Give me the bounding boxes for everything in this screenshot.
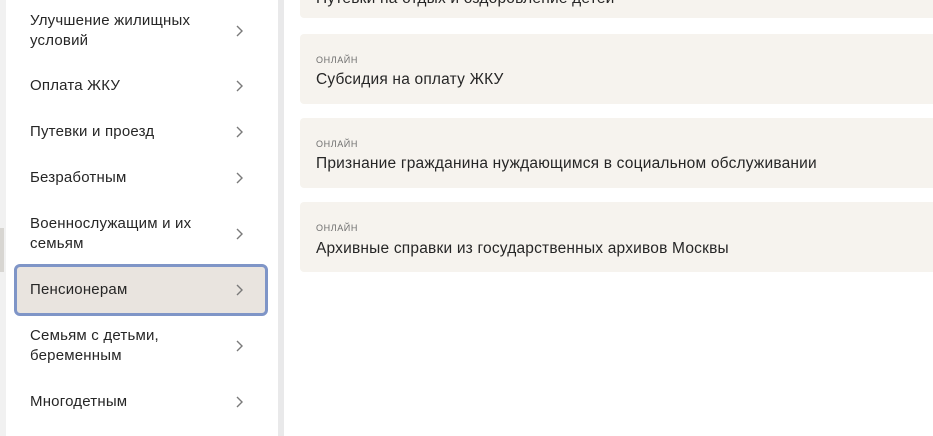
sidebar-item-families[interactable]: Семьям с детьми, беременным [14,320,268,372]
service-card[interactable]: Путевки на отдых и оздоровление детей [300,0,933,18]
sidebar-item-utilities[interactable]: Оплата ЖКУ [14,66,268,106]
service-card[interactable]: ОНЛАЙН Признание гражданина нуждающимся … [300,118,933,188]
chevron-right-icon [236,25,243,37]
sidebar-item-label: Пенсионерам [30,281,128,298]
category-sidebar: Улучшение жилищных условий Оплата ЖКУ Пу… [6,0,278,436]
service-card-title: Признание гражданина нуждающимся в социа… [316,155,817,172]
chevron-right-icon [236,228,243,240]
chevron-right-icon [236,340,243,352]
service-card-title: Архивные справки из государственных архи… [316,240,729,257]
sidebar-item-label: Безработным [30,169,127,186]
chevron-right-icon [236,396,243,408]
chevron-right-icon [236,172,243,184]
service-card-title: Субсидия на оплату ЖКУ [316,71,504,88]
online-badge: ОНЛАЙН [316,139,358,149]
services-list: Путевки на отдых и оздоровление детей ОН… [284,0,933,436]
sidebar-item-label: Военнослужащим и их семьям [30,215,192,252]
sidebar-item-label: Улучшение жилищных условий [30,12,191,49]
sidebar-item-travel[interactable]: Путевки и проезд [14,112,268,152]
sidebar-item-label: Многодетным [30,393,128,410]
chevron-right-icon [236,80,243,92]
online-badge: ОНЛАЙН [316,55,358,65]
sidebar-item-pensioners[interactable]: Пенсионерам [14,264,268,316]
sidebar-item-military[interactable]: Военнослужащим и их семьям [14,208,268,260]
sidebar-item-label: Путевки и проезд [30,123,155,140]
sidebar-item-label: Семьям с детьми, беременным [30,327,159,364]
sidebar-item-housing[interactable]: Улучшение жилищных условий [14,6,268,56]
service-card[interactable]: ОНЛАЙН Субсидия на оплату ЖКУ [300,34,933,104]
service-card[interactable]: ОНЛАЙН Архивные справки из государственн… [300,202,933,272]
sidebar-item-label: Оплата ЖКУ [30,77,121,94]
chevron-right-icon [236,284,243,296]
sidebar-item-unemployed[interactable]: Безработным [14,158,268,198]
sidebar-item-large-families[interactable]: Многодетным [14,382,268,422]
page: Улучшение жилищных условий Оплата ЖКУ Пу… [0,0,933,436]
service-card-title: Путевки на отдых и оздоровление детей [316,0,615,8]
online-badge: ОНЛАЙН [316,223,358,233]
gutter-marker [0,228,4,272]
chevron-right-icon [236,126,243,138]
